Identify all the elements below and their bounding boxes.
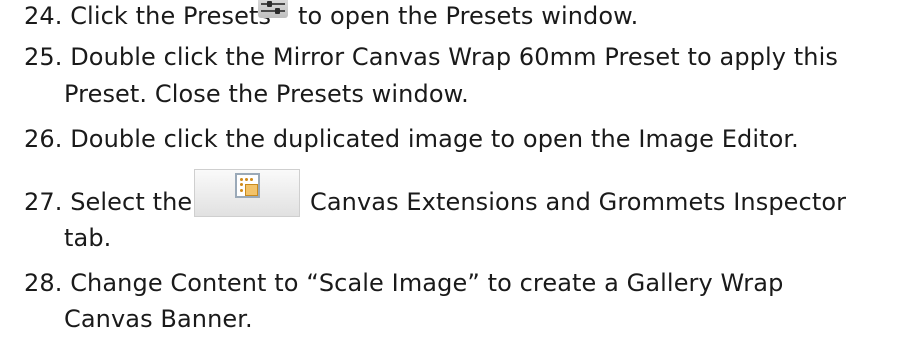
step-27-continuation: Canvas Extensions and Grommets Inspector — [310, 187, 846, 217]
step-number: 26. — [24, 125, 63, 153]
step-text: Double click the duplicated image to ope… — [70, 125, 799, 153]
presets-icon — [258, 0, 288, 18]
step-26: 26. Double click the duplicated image to… — [24, 124, 799, 154]
step-25-line-2: Preset. Close the Presets window. — [64, 79, 469, 109]
instruction-document: 24. Click the Presets to open the Preset… — [0, 0, 900, 341]
step-text: Click the Presets — [70, 2, 272, 30]
canvas-extensions-icon — [194, 169, 300, 217]
step-27-line-2: tab. — [64, 223, 111, 253]
step-text: Change Content to “Scale Image” to creat… — [70, 269, 784, 297]
step-28: 28. Change Content to “Scale Image” to c… — [24, 268, 783, 298]
step-24: 24. Click the Presets — [24, 1, 271, 31]
step-24-continuation: to open the Presets window. — [298, 1, 638, 31]
step-text: Select the — [70, 188, 193, 216]
step-text: Canvas Extensions and Grommets Inspector — [310, 188, 847, 216]
step-text: Preset. Close the Presets window. — [64, 80, 469, 108]
step-text: tab. — [64, 224, 112, 252]
step-27: 27. Select the — [24, 187, 192, 217]
step-number: 28. — [24, 269, 63, 297]
step-number: 27. — [24, 188, 63, 216]
step-text: Canvas Banner. — [64, 305, 253, 333]
step-text: to open the Presets window. — [298, 2, 639, 30]
step-25: 25. Double click the Mirror Canvas Wrap … — [24, 42, 838, 72]
step-text: Double click the Mirror Canvas Wrap 60mm… — [70, 43, 838, 71]
step-number: 24. — [24, 2, 63, 30]
step-28-line-2: Canvas Banner. — [64, 304, 253, 334]
step-number: 25. — [24, 43, 63, 71]
